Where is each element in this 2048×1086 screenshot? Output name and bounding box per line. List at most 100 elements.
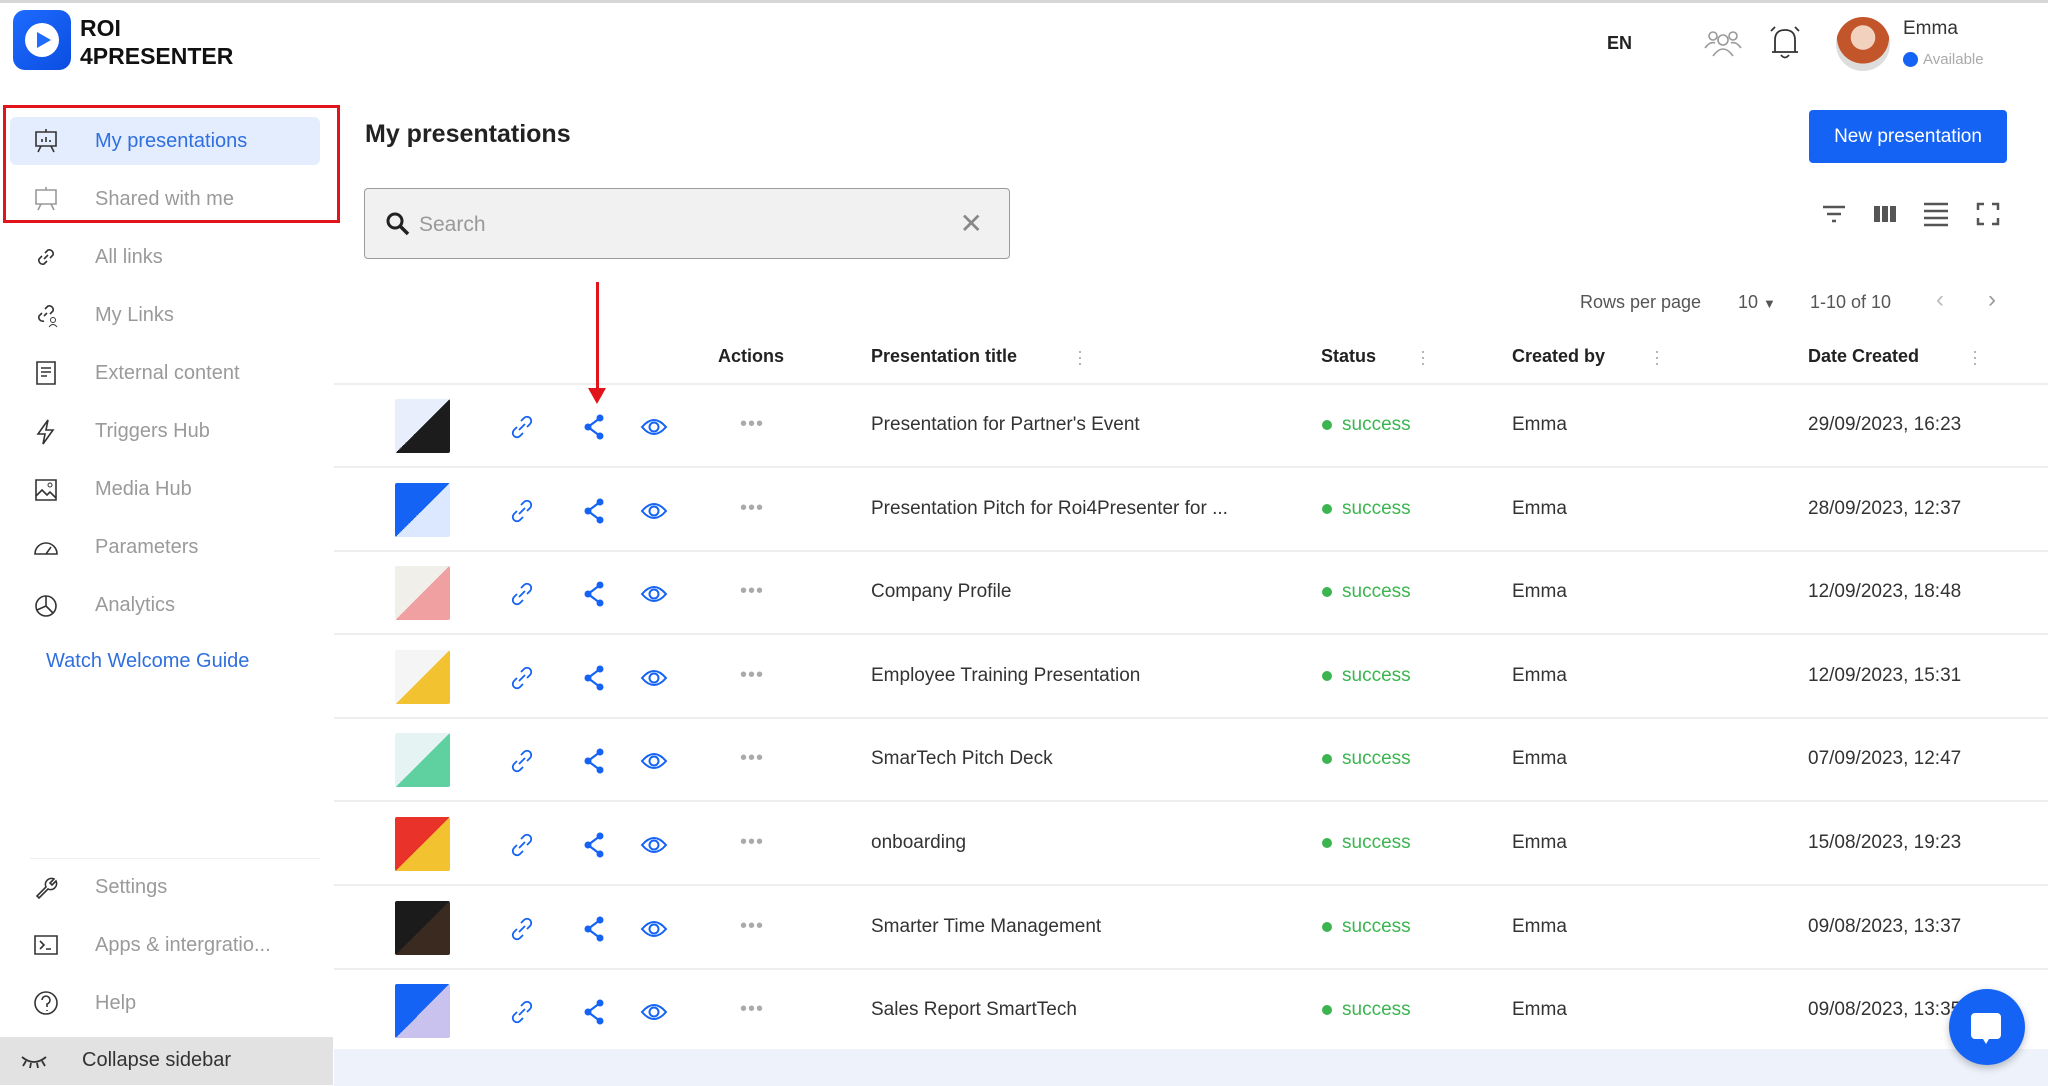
copy-link-icon[interactable] bbox=[508, 915, 536, 943]
table-row[interactable]: ••• SmarTech Pitch Deck success Emma 07/09/2… bbox=[334, 719, 2048, 803]
table-row[interactable]: ••• onboarding success Emma 15/08/2023, 19:2… bbox=[334, 803, 2048, 886]
preview-eye-icon[interactable] bbox=[640, 915, 668, 943]
status-dot-icon bbox=[1322, 670, 1332, 681]
chat-button[interactable] bbox=[1949, 989, 2025, 1065]
presentation-thumbnail[interactable] bbox=[395, 900, 450, 955]
preview-eye-icon[interactable] bbox=[640, 998, 668, 1026]
presentation-thumbnail[interactable] bbox=[395, 984, 450, 1039]
copy-link-icon[interactable] bbox=[508, 998, 536, 1026]
bell-icon[interactable] bbox=[1768, 24, 1802, 62]
more-actions-icon[interactable]: ••• bbox=[740, 413, 764, 436]
share-icon[interactable] bbox=[580, 580, 608, 608]
date-created: 09/08/2023, 13:37 bbox=[1808, 915, 1962, 937]
status-dot-icon bbox=[1322, 587, 1332, 598]
presentation-title[interactable]: Smarter Time Management bbox=[871, 916, 1101, 938]
sidebar-item-media-hub[interactable]: Media Hub bbox=[10, 466, 320, 514]
rows-per-page-label: Rows per page bbox=[1580, 292, 1702, 312]
share-icon[interactable] bbox=[580, 915, 608, 943]
density-icon[interactable] bbox=[1922, 200, 1950, 228]
more-actions-icon[interactable]: ••• bbox=[740, 831, 764, 854]
sidebar-item-external-content[interactable]: External content bbox=[10, 349, 320, 397]
column-menu-icon[interactable]: · · · bbox=[1652, 342, 1662, 372]
share-icon[interactable] bbox=[580, 998, 608, 1026]
fullscreen-icon[interactable] bbox=[1974, 200, 2002, 228]
sidebar-item-analytics[interactable]: Analytics bbox=[10, 582, 320, 630]
status-text: success bbox=[1342, 581, 1411, 603]
share-icon[interactable] bbox=[580, 664, 608, 692]
sidebar-item-all-links[interactable]: All links bbox=[10, 233, 320, 281]
presentation-title[interactable]: Sales Report SmartTech bbox=[871, 999, 1077, 1021]
presentation-thumbnail[interactable] bbox=[395, 566, 450, 621]
more-actions-icon[interactable]: ••• bbox=[740, 998, 764, 1021]
presentation-title[interactable]: Employee Training Presentation bbox=[871, 665, 1140, 687]
copy-link-icon[interactable] bbox=[508, 580, 536, 608]
preview-eye-icon[interactable] bbox=[640, 580, 668, 608]
share-icon[interactable] bbox=[580, 413, 608, 441]
preview-eye-icon[interactable] bbox=[640, 831, 668, 859]
share-icon[interactable] bbox=[580, 497, 608, 525]
presentation-title[interactable]: Presentation for Partner's Event bbox=[871, 414, 1140, 436]
table-row[interactable]: ••• Smarter Time Management success Emma 09/… bbox=[334, 887, 2048, 970]
preview-eye-icon[interactable] bbox=[640, 413, 668, 441]
preview-eye-icon[interactable] bbox=[640, 497, 668, 525]
presentation-thumbnail[interactable] bbox=[395, 482, 450, 537]
sidebar-item-settings[interactable]: Settings bbox=[10, 863, 320, 911]
clear-search-icon[interactable]: ✕ bbox=[960, 207, 983, 240]
team-icon[interactable] bbox=[1704, 28, 1742, 60]
pie-chart-icon bbox=[35, 594, 57, 617]
sidebar-item-parameters[interactable]: Parameters bbox=[10, 524, 320, 572]
user-avatar[interactable] bbox=[1836, 17, 1890, 71]
prev-page-icon[interactable]: ‹ bbox=[1936, 286, 1944, 314]
copy-link-icon[interactable] bbox=[508, 664, 536, 692]
sidebar-item-triggers-hub[interactable]: Triggers Hub bbox=[10, 408, 320, 456]
copy-link-icon[interactable] bbox=[508, 413, 536, 441]
status-badge: success bbox=[1322, 832, 1411, 854]
presentation-title[interactable]: Presentation Pitch for Roi4Presenter for… bbox=[871, 498, 1228, 520]
more-actions-icon[interactable]: ••• bbox=[740, 747, 764, 770]
preview-eye-icon[interactable] bbox=[640, 664, 668, 692]
new-presentation-button[interactable]: New presentation bbox=[1809, 110, 2007, 163]
table-row[interactable]: ••• Sales Report SmartTech success Emma 09/0… bbox=[334, 970, 2048, 1054]
presentation-title[interactable]: onboarding bbox=[871, 832, 966, 854]
next-page-icon[interactable]: › bbox=[1988, 286, 1996, 314]
table-row[interactable]: ••• Presentation Pitch for Roi4Presenter … bbox=[334, 469, 2048, 552]
presentation-thumbnail[interactable] bbox=[395, 399, 450, 453]
rows-per-page-select[interactable]: 10 ▼ bbox=[1738, 292, 1776, 313]
more-actions-icon[interactable]: ••• bbox=[740, 664, 764, 687]
filter-icon[interactable] bbox=[1820, 200, 1848, 228]
column-menu-icon[interactable]: · · · bbox=[1970, 342, 1980, 372]
collapse-sidebar-button[interactable]: Collapse sidebar bbox=[0, 1037, 333, 1085]
presentation-thumbnail[interactable] bbox=[395, 817, 450, 871]
more-actions-icon[interactable]: ••• bbox=[740, 580, 764, 603]
presentation-thumbnail[interactable] bbox=[395, 649, 450, 704]
preview-eye-icon[interactable] bbox=[640, 747, 668, 775]
sidebar-item-my-links[interactable]: My Links bbox=[10, 291, 320, 339]
column-menu-icon[interactable]: · · · bbox=[1075, 342, 1085, 372]
table-row[interactable]: ••• Employee Training Presentation success… bbox=[334, 636, 2048, 719]
copy-link-icon[interactable] bbox=[508, 497, 536, 525]
search-input[interactable] bbox=[419, 207, 919, 243]
status-badge: success bbox=[1322, 414, 1411, 436]
share-icon[interactable] bbox=[580, 831, 608, 859]
column-menu-icon[interactable]: · · · bbox=[1418, 342, 1428, 372]
column-header-created-by[interactable]: Created by bbox=[1512, 346, 1605, 367]
sidebar-item-help[interactable]: Help bbox=[10, 979, 320, 1027]
sidebar-item-apps-intergratio[interactable]: Apps & intergratio... bbox=[10, 921, 320, 969]
watch-welcome-guide-link[interactable]: Watch Welcome Guide bbox=[46, 650, 249, 673]
presentation-title[interactable]: SmarTech Pitch Deck bbox=[871, 748, 1053, 770]
logo-icon bbox=[13, 10, 71, 70]
copy-link-icon[interactable] bbox=[508, 831, 536, 859]
column-header-status[interactable]: Status bbox=[1321, 346, 1376, 367]
more-actions-icon[interactable]: ••• bbox=[740, 915, 764, 938]
more-actions-icon[interactable]: ••• bbox=[740, 497, 764, 520]
copy-link-icon[interactable] bbox=[508, 747, 536, 775]
share-icon[interactable] bbox=[580, 747, 608, 775]
presentation-thumbnail[interactable] bbox=[395, 733, 450, 788]
column-header-title[interactable]: Presentation title bbox=[871, 346, 1017, 367]
presentation-title[interactable]: Company Profile bbox=[871, 581, 1011, 603]
column-header-date-created[interactable]: Date Created bbox=[1808, 346, 1919, 367]
table-row[interactable]: ••• Company Profile success Emma 12/09/2023,… bbox=[334, 552, 2048, 636]
columns-icon[interactable] bbox=[1871, 200, 1899, 228]
language-selector[interactable]: EN bbox=[1607, 33, 1632, 54]
user-status: Available bbox=[1903, 51, 1984, 68]
